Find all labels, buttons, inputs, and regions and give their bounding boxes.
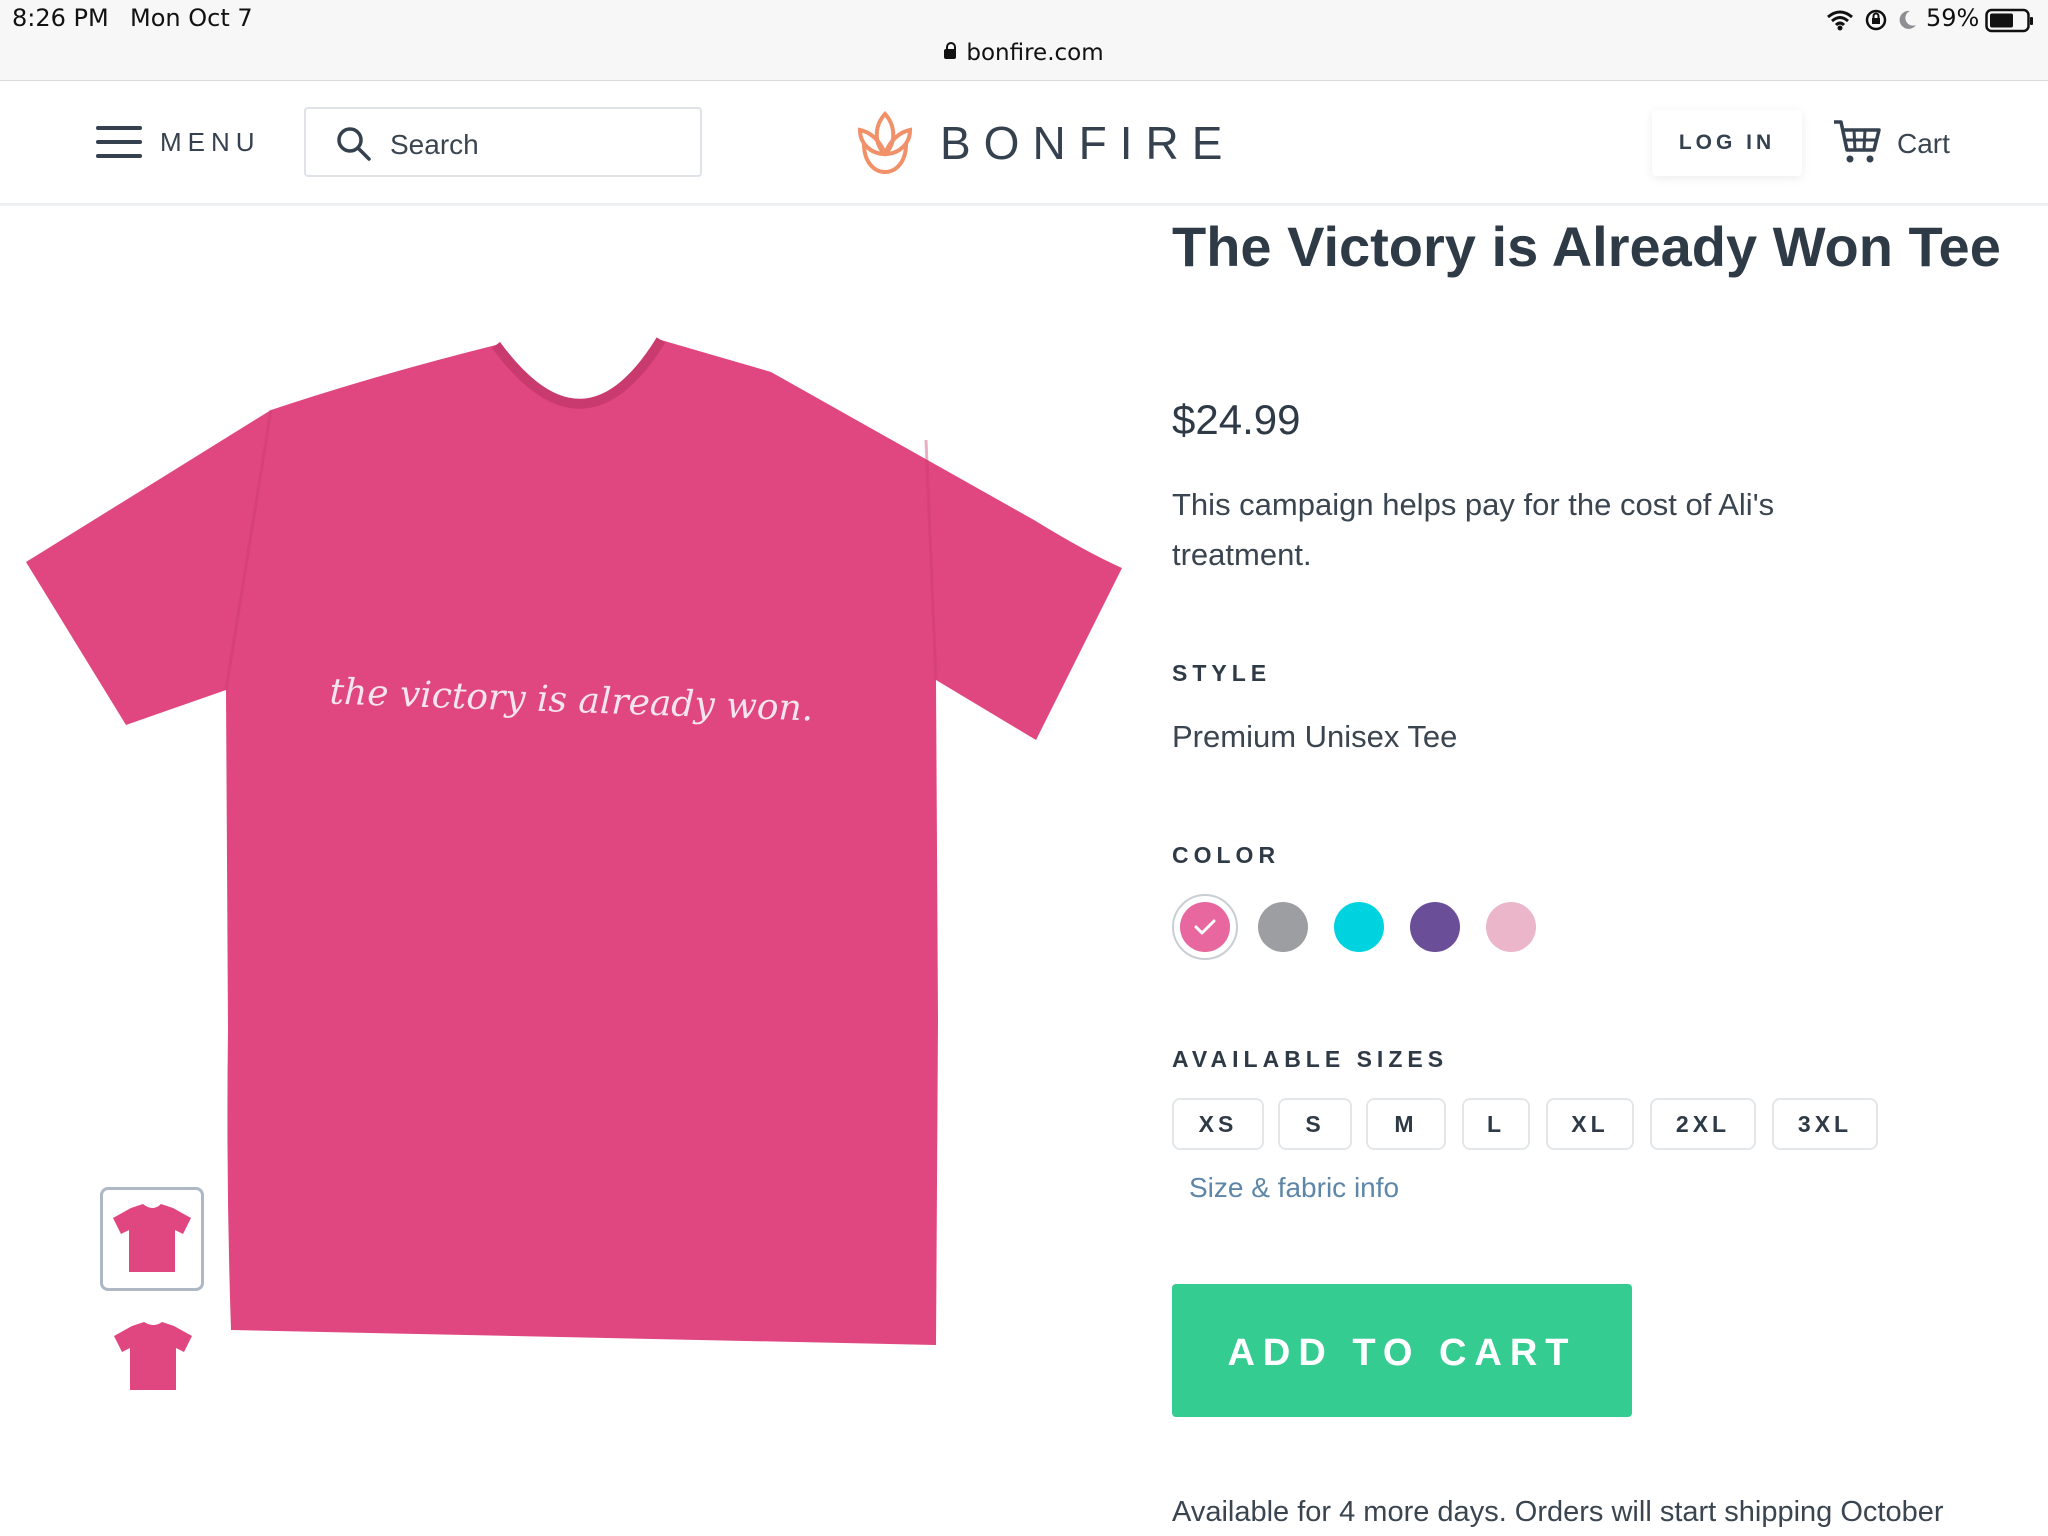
size-button-xs[interactable]: XS xyxy=(1172,1098,1264,1150)
size-button-xl[interactable]: XL xyxy=(1546,1098,1634,1150)
status-date: Mon Oct 7 xyxy=(130,4,253,32)
size-button-l[interactable]: L xyxy=(1462,1098,1530,1150)
size-fabric-info-link[interactable]: Size & fabric info xyxy=(1189,1172,1399,1204)
size-button-s[interactable]: S xyxy=(1278,1098,1352,1150)
add-to-cart-label[interactable]: ADD TO CART xyxy=(1172,1332,1632,1375)
moon-icon xyxy=(1899,10,1916,29)
product-title: The Victory is Already Won Tee xyxy=(1172,215,2001,278)
search-placeholder[interactable]: Search xyxy=(390,129,479,161)
brand-wordmark[interactable]: BONFIRE xyxy=(940,116,1235,170)
address-bar[interactable]: bonfire.com xyxy=(0,40,2048,66)
size-button-2xl[interactable]: 2XL xyxy=(1650,1098,1756,1150)
color-swatch-gray[interactable] xyxy=(1258,902,1308,952)
product-price: $24.99 xyxy=(1172,396,1301,443)
thumbnail-front[interactable] xyxy=(100,1187,204,1291)
thumbnail-back[interactable] xyxy=(104,1316,202,1396)
url-text: bonfire.com xyxy=(966,40,1104,66)
lock-icon xyxy=(944,42,957,59)
battery-icon xyxy=(1985,8,2033,33)
wifi-icon xyxy=(1827,10,1853,31)
search-icon xyxy=(337,127,371,161)
style-value[interactable]: Premium Unisex Tee xyxy=(1172,719,1457,755)
battery-percent: 59% xyxy=(1926,4,1980,32)
color-swatch-cyan[interactable] xyxy=(1334,902,1384,952)
hamburger-icon[interactable] xyxy=(96,126,142,158)
color-swatch-pink[interactable] xyxy=(1180,902,1230,952)
checkmark-icon xyxy=(1194,919,1216,935)
color-swatch-light-pink[interactable] xyxy=(1486,902,1536,952)
orientation-lock-icon xyxy=(1865,9,1887,31)
cart-icon[interactable] xyxy=(1832,118,1884,166)
menu-label[interactable]: MENU xyxy=(160,127,261,158)
status-time: 8:26 PM xyxy=(12,4,109,32)
login-button-label[interactable]: LOG IN xyxy=(1652,131,1802,155)
product-description: This campaign helps pay for the cost of … xyxy=(1172,487,1775,572)
cart-label[interactable]: Cart xyxy=(1897,128,1950,160)
availability-note: Available for 4 more days. Orders will s… xyxy=(1172,1496,1944,1528)
color-label: COLOR xyxy=(1172,842,1281,868)
bonfire-logo-icon[interactable] xyxy=(856,110,914,176)
style-label: STYLE xyxy=(1172,660,1272,686)
size-button-m[interactable]: M xyxy=(1366,1098,1446,1150)
size-button-3xl[interactable]: 3XL xyxy=(1772,1098,1878,1150)
available-sizes-label: AVAILABLE SIZES xyxy=(1172,1046,1449,1072)
color-swatch-purple[interactable] xyxy=(1410,902,1460,952)
